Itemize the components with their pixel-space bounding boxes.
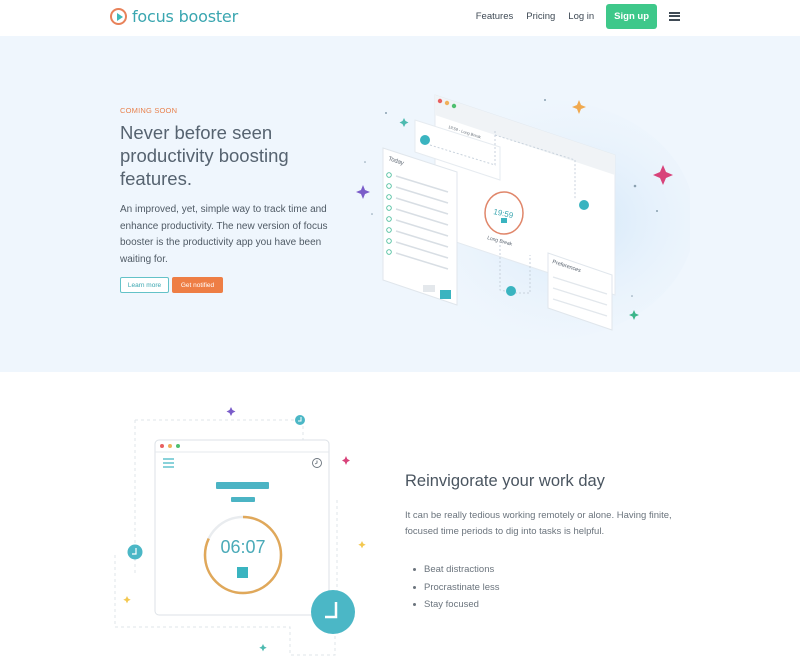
save-mini-button (440, 290, 451, 299)
side-clock-icon (127, 544, 143, 560)
tab-badge-icon (420, 135, 430, 145)
sparkle-pink-icon (342, 456, 350, 465)
benefit-item: Beat distractions (413, 561, 500, 579)
cancel-mini-button (423, 285, 435, 292)
signup-button[interactable]: Sign up (606, 3, 657, 29)
sparkle-yellow-icon (358, 541, 366, 549)
logo[interactable]: focus booster (110, 7, 238, 26)
window-close-dot (437, 98, 443, 104)
nav-pricing[interactable]: Pricing (526, 11, 555, 22)
sparkle-purple-icon (356, 185, 370, 199)
side-badge-icon (579, 200, 589, 210)
sparkle-teal-icon (259, 644, 267, 652)
logo-text: focus booster (132, 7, 238, 26)
site-header: focus booster Features Pricing Log in Si… (0, 0, 800, 36)
section-description: It can be really tedious working remotel… (405, 510, 672, 537)
window-close-dot (160, 444, 164, 448)
coming-soon-label: COMING SOON (120, 106, 178, 115)
window-max-dot (176, 444, 180, 448)
hero-title: Never before seen productivity boosting … (120, 122, 289, 189)
get-notified-button[interactable]: Get notified (172, 277, 223, 293)
window-min-dot (168, 444, 172, 448)
clock-badge-icon (506, 286, 516, 296)
benefit-item: Procrastinate less (413, 579, 500, 597)
main-nav: Features Pricing Log in Sign up (463, 3, 680, 29)
sparkle-teal-icon (399, 118, 409, 127)
timer-illustration: 06:07 (114, 407, 366, 656)
window-max-dot (451, 103, 457, 109)
stop-button-icon[interactable] (237, 567, 248, 578)
task-title-bar (216, 482, 269, 489)
small-clock-icon (295, 415, 305, 425)
benefit-item: Stay focused (413, 596, 500, 614)
big-clock-icon (311, 590, 355, 634)
section-title: Reinvigorate your work day (405, 472, 605, 490)
hamburger-icon[interactable] (669, 11, 680, 21)
hero-description: An improved, yet, simple way to track ti… (120, 204, 328, 265)
task-subtitle-bar (231, 497, 255, 502)
sparkle-purple-icon (226, 407, 236, 416)
app-window (154, 439, 330, 616)
play-logo-icon (110, 8, 127, 25)
nav-login[interactable]: Log in (568, 11, 594, 22)
sparkle-yellow-icon (123, 596, 131, 604)
nav-features[interactable]: Features (476, 11, 514, 22)
timer-value: 06:07 (220, 537, 265, 557)
learn-more-button[interactable]: Learn more (120, 277, 169, 293)
window-min-dot (444, 100, 450, 106)
stop-icon (501, 218, 507, 223)
app-illustration: 19:59 - Long Break Today 19:59 Long Brea… (356, 94, 690, 340)
benefits-list: Beat distractions Procrastinate less Sta… (413, 561, 500, 614)
today-panel (382, 147, 458, 306)
